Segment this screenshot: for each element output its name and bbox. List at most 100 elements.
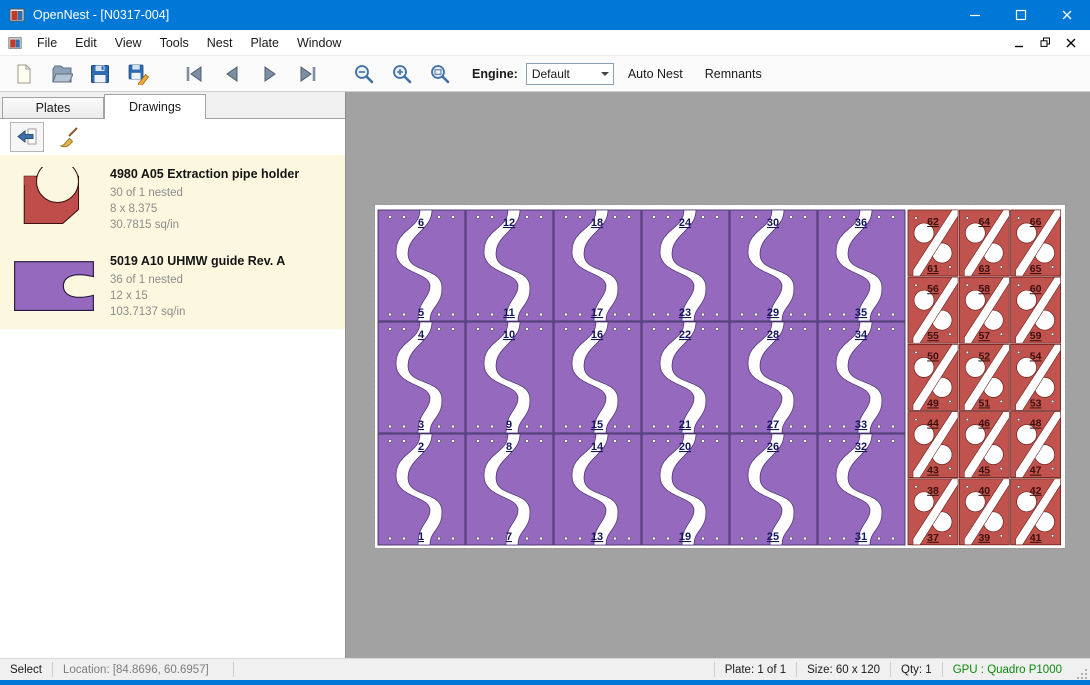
- part-thumbnail-purple: [6, 246, 102, 325]
- menu-item-nest[interactable]: Nest: [198, 32, 242, 54]
- svg-text:56: 56: [927, 283, 939, 295]
- purple-part-pair[interactable]: 1615: [554, 322, 641, 433]
- red-part-pair[interactable]: 6059: [1011, 277, 1061, 343]
- purple-part-pair[interactable]: 2827: [730, 322, 817, 433]
- status-size: Size: 60 x 120: [797, 664, 890, 676]
- purple-part-pair[interactable]: 3635: [818, 210, 905, 321]
- svg-text:15: 15: [591, 419, 603, 431]
- zoom-in-button[interactable]: [386, 59, 418, 89]
- tab-plates[interactable]: Plates: [2, 97, 104, 118]
- purple-part-pair[interactable]: 2625: [730, 434, 817, 545]
- menu-item-plate[interactable]: Plate: [241, 32, 288, 54]
- red-part-pair[interactable]: 6665: [1011, 210, 1061, 276]
- svg-text:23: 23: [679, 307, 691, 319]
- red-part-pair[interactable]: 4241: [1011, 479, 1061, 545]
- new-button[interactable]: [8, 59, 40, 89]
- drawing-info: 4980 A05 Extraction pipe holder 30 of 1 …: [102, 159, 299, 238]
- menu-item-window[interactable]: Window: [288, 32, 350, 54]
- svg-text:46: 46: [978, 418, 990, 430]
- last-arrow-icon: [297, 63, 319, 85]
- red-part-pair[interactable]: 4443: [908, 412, 958, 478]
- red-part-pair[interactable]: 5251: [959, 344, 1009, 410]
- red-part-pair[interactable]: 5049: [908, 344, 958, 410]
- purple-part-pair[interactable]: 10 9: [466, 322, 553, 433]
- drawing-nested-count: 30 of 1 nested: [110, 185, 299, 201]
- purple-part-pair[interactable]: 2019: [642, 434, 729, 545]
- import-drawing-button[interactable]: [10, 122, 44, 152]
- status-qty: Qty: 1: [891, 664, 942, 676]
- save-button[interactable]: [84, 59, 116, 89]
- new-document-icon: [13, 63, 35, 85]
- first-plate-button[interactable]: [178, 59, 210, 89]
- red-part-pair[interactable]: 4847: [1011, 412, 1061, 478]
- drawing-list-item-2[interactable]: 5019 A10 UHMW guide Rev. A 36 of 1 neste…: [0, 242, 345, 329]
- auto-nest-button[interactable]: Auto Nest: [620, 62, 691, 86]
- save-as-button[interactable]: [122, 59, 154, 89]
- svg-text:51: 51: [978, 397, 990, 409]
- status-bar: Select Location: [84.8696, 60.6957] Plat…: [0, 658, 1090, 680]
- purple-part-pair[interactable]: 1413: [554, 434, 641, 545]
- red-part-pair[interactable]: 4645: [959, 412, 1009, 478]
- resize-grip[interactable]: [1072, 660, 1090, 680]
- purple-part-pair[interactable]: 87: [466, 434, 553, 545]
- drawing-area: 30.7815 sq/in: [110, 217, 299, 233]
- mdi-minimize-button[interactable]: [1006, 32, 1032, 54]
- purple-part-pair[interactable]: 21: [378, 434, 465, 545]
- minimize-button[interactable]: [952, 0, 998, 30]
- status-divider: [233, 662, 234, 677]
- maximize-button[interactable]: [998, 0, 1044, 30]
- red-part-pair[interactable]: 5857: [959, 277, 1009, 343]
- svg-text:57: 57: [978, 330, 990, 342]
- purple-part-pair[interactable]: 65: [378, 210, 465, 321]
- next-plate-button[interactable]: [254, 59, 286, 89]
- red-part-pair[interactable]: 3837: [908, 479, 958, 545]
- svg-text:17: 17: [591, 307, 603, 319]
- nest-canvas[interactable]: 6512111817242330293635431091615222128273…: [346, 92, 1090, 658]
- svg-text:48: 48: [1030, 418, 1042, 430]
- red-part-pair[interactable]: 4039: [959, 479, 1009, 545]
- purple-part-pair[interactable]: 1817: [554, 210, 641, 321]
- menu-item-edit[interactable]: Edit: [66, 32, 106, 54]
- svg-text:43: 43: [927, 465, 939, 477]
- open-button[interactable]: [46, 59, 78, 89]
- svg-text:16: 16: [591, 329, 603, 341]
- zoom-in-icon: [390, 62, 414, 86]
- purple-part-pair[interactable]: 43: [378, 322, 465, 433]
- last-plate-button[interactable]: [292, 59, 324, 89]
- red-part-pair[interactable]: 5453: [1011, 344, 1061, 410]
- red-part-pair[interactable]: 5655: [908, 277, 958, 343]
- plate[interactable]: 6512111817242330293635431091615222128273…: [375, 205, 1065, 548]
- engine-select[interactable]: Default: [526, 63, 614, 85]
- remnants-button[interactable]: Remnants: [697, 62, 770, 86]
- menu-item-file[interactable]: File: [28, 32, 66, 54]
- svg-text:9: 9: [506, 419, 512, 431]
- zoom-out-button[interactable]: [348, 59, 380, 89]
- purple-part-pair[interactable]: 3433: [818, 322, 905, 433]
- mdi-close-button[interactable]: [1058, 32, 1084, 54]
- title-bar[interactable]: OpenNest - [N0317-004]: [0, 0, 1090, 30]
- purple-part-pair[interactable]: 2423: [642, 210, 729, 321]
- mdi-restore-button[interactable]: [1032, 32, 1058, 54]
- svg-text:32: 32: [855, 441, 867, 453]
- menu-item-tools[interactable]: Tools: [151, 32, 198, 54]
- previous-plate-button[interactable]: [216, 59, 248, 89]
- purple-part-pair[interactable]: 1211: [466, 210, 553, 321]
- zoom-fit-button[interactable]: [424, 59, 456, 89]
- purple-part-pair[interactable]: 3029: [730, 210, 817, 321]
- svg-text:10: 10: [503, 329, 515, 341]
- menu-item-view[interactable]: View: [106, 32, 151, 54]
- purple-part-pair[interactable]: 3231: [818, 434, 905, 545]
- tab-drawings[interactable]: Drawings: [104, 94, 206, 119]
- purple-part-pair[interactable]: 2221: [642, 322, 729, 433]
- svg-text:26: 26: [767, 441, 779, 453]
- clean-button[interactable]: [52, 122, 86, 152]
- svg-text:64: 64: [978, 216, 990, 228]
- app-window: OpenNest - [N0317-004] File Edit View To…: [0, 0, 1090, 685]
- drawing-list-item-1[interactable]: 4980 A05 Extraction pipe holder 30 of 1 …: [0, 155, 345, 242]
- red-part-pair[interactable]: 6463: [959, 210, 1009, 276]
- svg-text:18: 18: [591, 217, 603, 229]
- close-button[interactable]: [1044, 0, 1090, 30]
- mdi-window-controls: [1006, 32, 1090, 54]
- red-part-pair[interactable]: 6261: [908, 210, 958, 276]
- drawing-name: 4980 A05 Extraction pipe holder: [110, 167, 299, 181]
